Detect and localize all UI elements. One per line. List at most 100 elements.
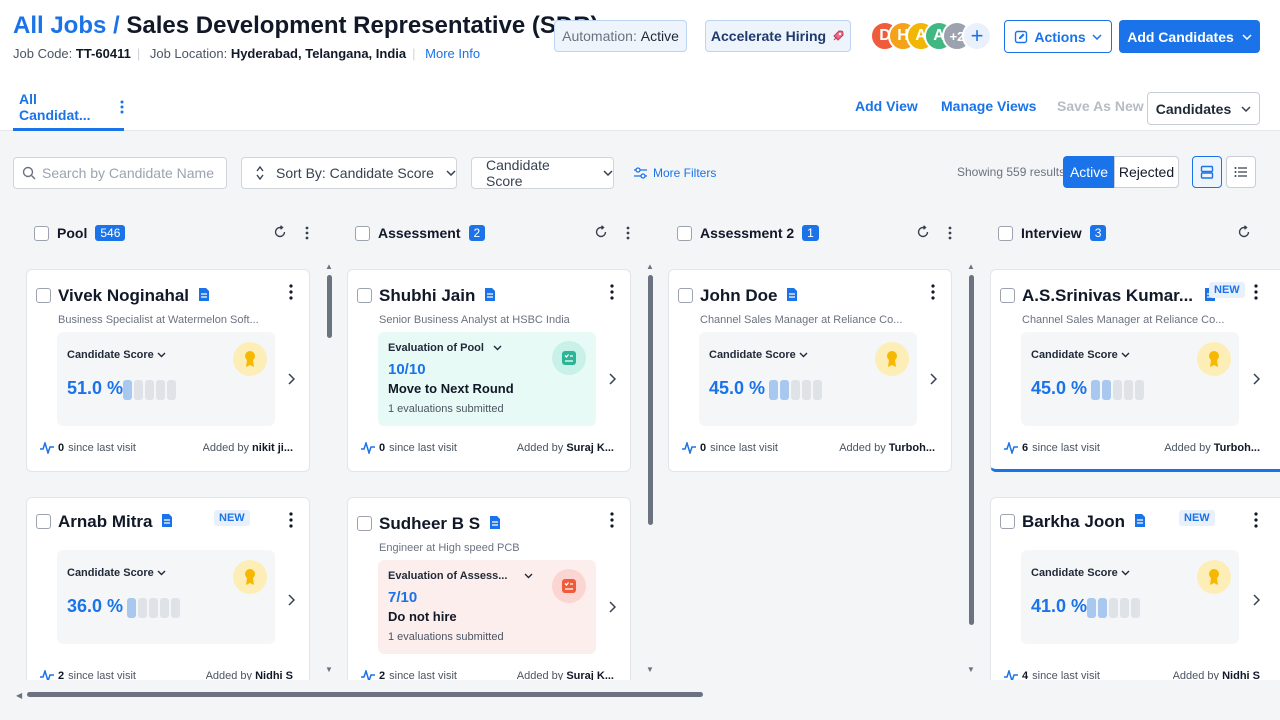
column-scrollbar[interactable] <box>648 275 653 525</box>
resume-icon[interactable] <box>1134 513 1146 528</box>
kebab-icon[interactable] <box>120 100 124 114</box>
all-jobs-link[interactable]: All Jobs <box>13 12 106 39</box>
card-checkbox[interactable] <box>1000 514 1015 529</box>
add-view-link[interactable]: Add View <box>855 98 918 114</box>
scroll-up-arrow[interactable]: ▲ <box>967 262 975 271</box>
score-dropdown[interactable]: Candidate Score <box>67 349 166 361</box>
select-column-checkbox[interactable] <box>998 225 1013 241</box>
card-menu-icon[interactable] <box>1254 512 1260 528</box>
resume-icon[interactable] <box>161 513 173 528</box>
candidate-score-panel: Candidate Score 41.0 % <box>1021 550 1239 644</box>
search-input[interactable]: Search by Candidate Name <box>13 157 227 189</box>
column-scrollbar[interactable] <box>969 275 974 625</box>
activity-since-last-visit: 0 since last visit <box>40 442 136 454</box>
scroll-down-arrow[interactable]: ▼ <box>646 665 654 674</box>
scroll-up-arrow[interactable]: ▲ <box>325 262 333 271</box>
accelerate-hiring-button[interactable]: Accelerate Hiring <box>705 20 851 52</box>
candidate-name[interactable]: Sudheer B S <box>379 514 501 534</box>
evaluation-panel: Evaluation of Pool 10/10 Move to Next Ro… <box>378 332 596 426</box>
add-candidates-button[interactable]: Add Candidates <box>1119 20 1260 53</box>
card-menu-icon[interactable] <box>1254 284 1260 300</box>
scroll-left-arrow[interactable]: ◀ <box>16 691 22 700</box>
chevron-right-icon[interactable] <box>930 372 938 390</box>
evaluation-icon <box>552 341 586 375</box>
actions-button[interactable]: Actions <box>1004 20 1112 53</box>
chevron-right-icon[interactable] <box>288 593 296 611</box>
candidate-name[interactable]: Arnab Mitra <box>58 512 173 532</box>
chevron-right-icon[interactable] <box>1253 372 1261 390</box>
candidate-card[interactable]: Shubhi Jain Senior Business Analyst at H… <box>347 269 631 472</box>
select-column-checkbox[interactable] <box>34 225 49 241</box>
scroll-down-arrow[interactable]: ▼ <box>967 665 975 674</box>
refresh-icon[interactable] <box>916 225 930 244</box>
card-checkbox[interactable] <box>36 288 51 303</box>
chevron-right-icon[interactable] <box>609 600 617 618</box>
rejected-toggle[interactable]: Rejected <box>1114 156 1179 188</box>
card-menu-icon[interactable] <box>931 284 937 300</box>
activity-icon <box>40 442 54 454</box>
column-menu-icon[interactable] <box>305 226 309 245</box>
chevron-right-icon[interactable] <box>288 372 296 390</box>
card-menu-icon[interactable] <box>289 512 295 528</box>
score-dropdown[interactable]: Candidate Score <box>709 349 808 361</box>
candidate-card[interactable]: John Doe Channel Sales Manager at Relian… <box>668 269 952 472</box>
list-view-button[interactable] <box>1226 156 1256 188</box>
board-view-button[interactable] <box>1192 156 1222 188</box>
refresh-icon[interactable] <box>1237 225 1251 244</box>
active-toggle[interactable]: Active <box>1063 156 1115 188</box>
select-column-checkbox[interactable] <box>677 225 692 241</box>
candidate-name[interactable]: A.S.Srinivas Kumar... <box>1022 286 1216 306</box>
select-column-checkbox[interactable] <box>355 225 370 241</box>
score-dropdown[interactable]: Candidate Score <box>1031 349 1130 361</box>
add-member-button[interactable]: + <box>962 21 992 51</box>
scroll-up-arrow[interactable]: ▲ <box>646 262 654 271</box>
chevron-right-icon[interactable] <box>1253 593 1261 611</box>
column-menu-icon[interactable] <box>626 226 630 245</box>
evaluation-dropdown[interactable]: Evaluation of Pool <box>388 342 502 354</box>
team-avatars[interactable]: D H A A +2 + <box>870 21 994 53</box>
scroll-down-arrow[interactable]: ▼ <box>325 665 333 674</box>
more-info-link[interactable]: More Info <box>425 46 480 61</box>
score-dropdown[interactable]: Candidate Score <box>67 567 166 579</box>
candidate-card[interactable]: A.S.Srinivas Kumar... NEW Channel Sales … <box>990 269 1280 472</box>
card-menu-icon[interactable] <box>289 284 295 300</box>
candidate-name[interactable]: Shubhi Jain <box>379 286 496 306</box>
horizontal-scrollbar[interactable] <box>27 692 703 697</box>
tab-all-candidates[interactable]: All Candidat... <box>13 85 124 131</box>
column-scrollbar[interactable] <box>327 275 332 338</box>
candidates-dropdown[interactable]: Candidates <box>1147 92 1260 125</box>
score-dropdown[interactable]: Candidate Score <box>1031 567 1130 579</box>
card-checkbox[interactable] <box>678 288 693 303</box>
candidate-name[interactable]: John Doe <box>700 286 798 306</box>
candidate-card[interactable]: Vivek Noginahal Business Specialist at W… <box>26 269 310 472</box>
manage-views-link[interactable]: Manage Views <box>941 98 1036 114</box>
column-menu-icon[interactable] <box>948 226 952 245</box>
refresh-icon[interactable] <box>273 225 287 244</box>
card-menu-icon[interactable] <box>610 284 616 300</box>
resume-icon[interactable] <box>484 287 496 302</box>
evaluation-dropdown[interactable]: Evaluation of Assess... <box>388 570 533 582</box>
sort-dropdown[interactable]: Sort By: Candidate Score <box>241 157 457 189</box>
automation-status[interactable]: Automation: Active <box>554 20 687 52</box>
candidate-name[interactable]: Vivek Noginahal <box>58 286 210 306</box>
candidate-card[interactable]: Arnab Mitra NEW Candidate Score 36.0 % 2… <box>26 497 310 687</box>
candidate-name[interactable]: Barkha Joon <box>1022 512 1146 532</box>
more-filters-button[interactable]: More Filters <box>634 166 716 180</box>
card-checkbox[interactable] <box>36 514 51 529</box>
resume-icon[interactable] <box>198 287 210 302</box>
card-checkbox[interactable] <box>357 288 372 303</box>
candidate-card[interactable]: Sudheer B S Engineer at High speed PCB E… <box>347 497 631 687</box>
candidate-card[interactable]: Barkha Joon NEW Candidate Score 41.0 % 4… <box>990 497 1280 687</box>
job-location-label: Job Location: <box>149 46 228 61</box>
resume-icon[interactable] <box>786 287 798 302</box>
chevron-down-icon <box>1092 33 1102 40</box>
score-filter-dropdown[interactable]: Candidate Score <box>471 157 614 189</box>
save-as-new-link[interactable]: Save As New <box>1057 98 1144 114</box>
resume-icon[interactable] <box>489 515 501 530</box>
card-checkbox[interactable] <box>357 516 372 531</box>
refresh-icon[interactable] <box>594 225 608 244</box>
card-menu-icon[interactable] <box>610 512 616 528</box>
chevron-right-icon[interactable] <box>609 372 617 390</box>
card-checkbox[interactable] <box>1000 288 1015 303</box>
new-badge: NEW <box>1209 282 1245 298</box>
